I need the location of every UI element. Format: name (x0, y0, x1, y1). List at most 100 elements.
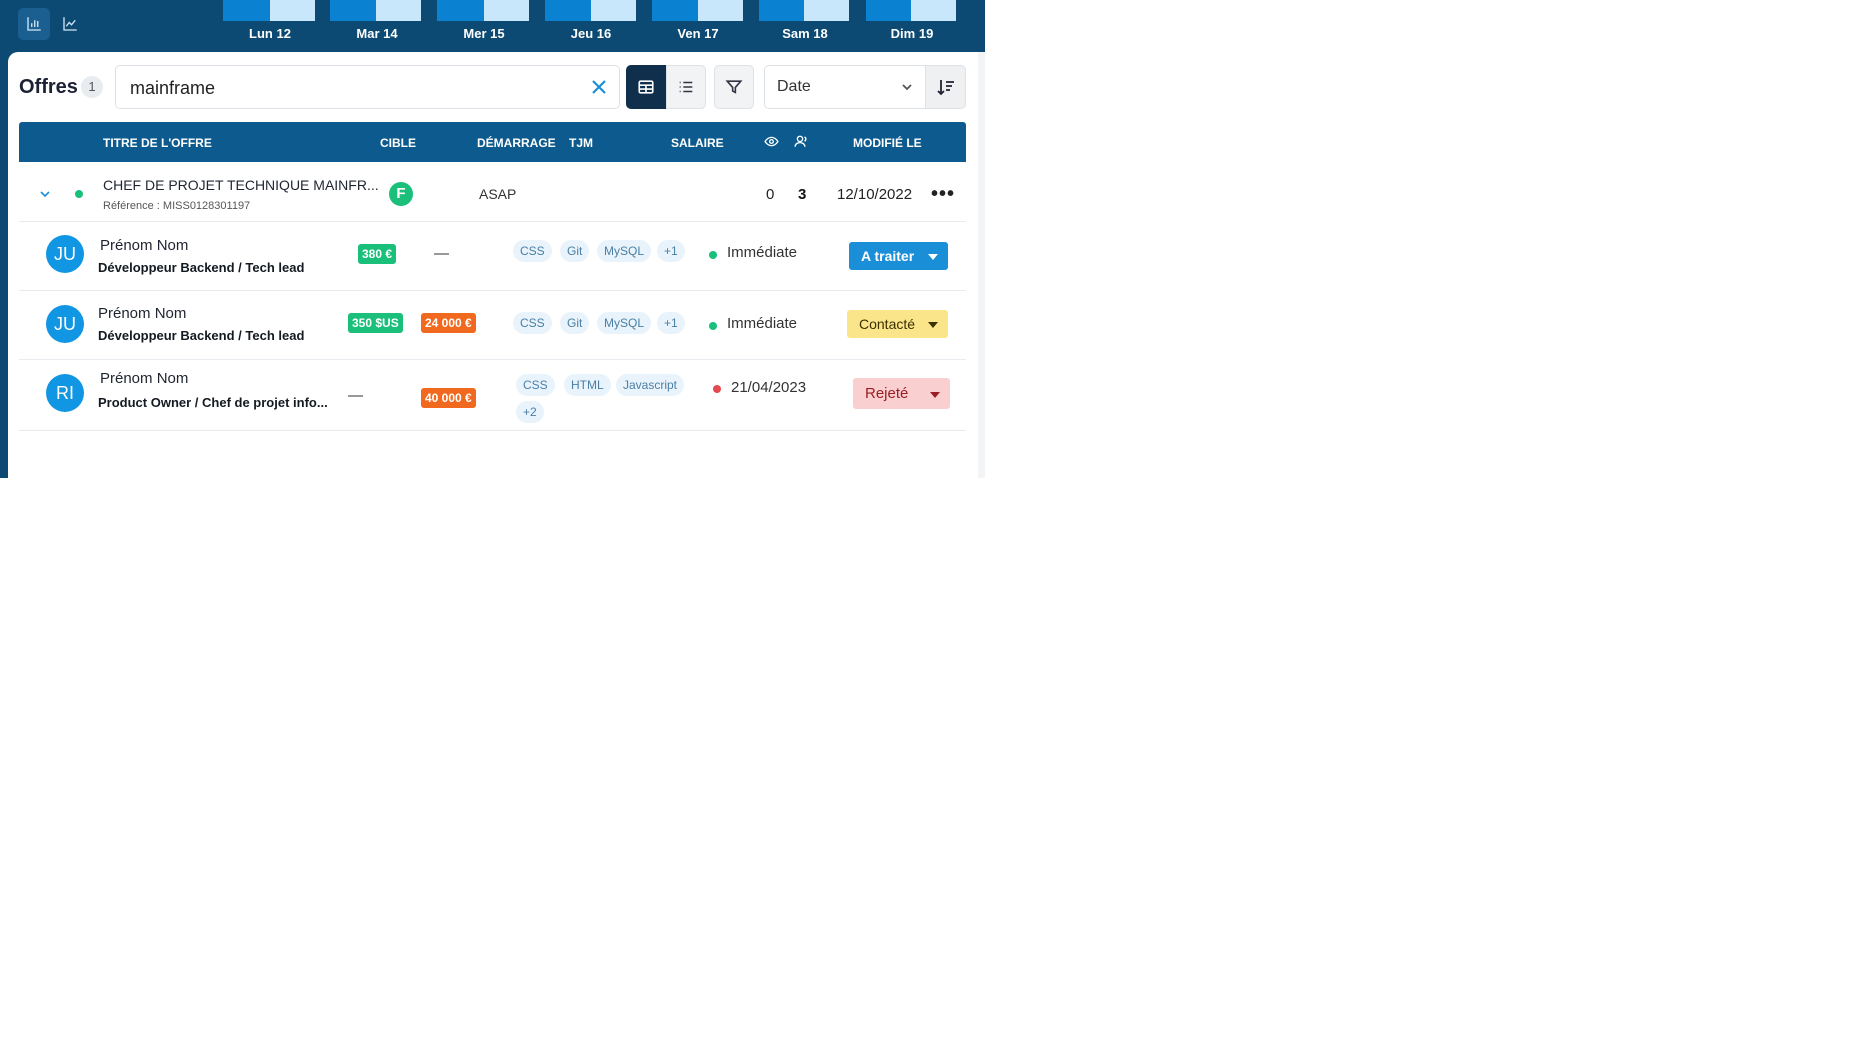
bar-chart-icon (27, 17, 41, 31)
col-cible[interactable]: CIBLE (380, 136, 416, 150)
chevron-down-icon (901, 80, 913, 92)
sort-descending-icon (936, 80, 954, 96)
offer-modified: 12/10/2022 (837, 186, 913, 203)
status-label: Rejeté (865, 385, 909, 402)
user-icon (794, 135, 807, 147)
offer-title[interactable]: CHEF DE PROJET TECHNIQUE MAINFR... (103, 177, 379, 193)
chart-bar (545, 0, 591, 21)
offer-candidates: 3 (798, 186, 807, 203)
col-modifie[interactable]: MODIFIÉ LE (853, 136, 922, 150)
skill-tag: Git (560, 240, 590, 262)
chart-bar (376, 0, 421, 21)
candidate-row[interactable]: JU Prénom Nom Développeur Backend / Tech… (19, 222, 966, 291)
availability-dot (709, 322, 717, 330)
chart-bar (759, 0, 804, 21)
skill-tag: MySQL (597, 312, 652, 334)
skill-tag: CSS (513, 312, 552, 334)
close-icon (592, 80, 606, 94)
caret-down-icon (928, 254, 938, 260)
line-chart-icon (63, 17, 77, 31)
offer-views: 0 (766, 186, 775, 203)
skill-tag: CSS (513, 240, 552, 262)
status-dot (75, 190, 83, 198)
chart-bar (652, 0, 698, 21)
skill-tag-more[interactable]: +2 (516, 401, 544, 423)
stats-header: Lun 12 Mar 14 Mer 15 Jeu 16 Ven 17 Sam 1… (0, 0, 985, 52)
availability-text: Immédiate (727, 244, 798, 261)
status-label: A traiter (861, 248, 915, 264)
day-label: Ven 17 (677, 26, 719, 41)
table-header: TITRE DE L'OFFRE CIBLE DÉMARRAGE TJM SAL… (19, 122, 966, 162)
candidate-row[interactable]: JU Prénom Nom Développeur Backend / Tech… (19, 291, 966, 360)
filter-button[interactable] (714, 65, 754, 109)
status-label: Contacté (859, 316, 916, 332)
sort-order-button[interactable] (926, 65, 966, 109)
chart-bar (804, 0, 849, 21)
chart-bar (223, 0, 270, 21)
avatar: JU (46, 305, 84, 343)
candidate-name[interactable]: Prénom Nom (98, 305, 186, 322)
avatar: RI (46, 374, 84, 412)
availability-dot (709, 251, 717, 259)
col-titre[interactable]: TITRE DE L'OFFRE (103, 136, 212, 150)
col-views[interactable] (764, 134, 779, 152)
chart-bar (437, 0, 484, 21)
eye-icon (764, 136, 779, 147)
day-label: Lun 12 (249, 26, 291, 41)
search-input[interactable] (128, 74, 572, 102)
col-tjm[interactable]: TJM (569, 136, 593, 150)
chart-bar (698, 0, 743, 21)
scrollbar-track[interactable] (978, 52, 985, 478)
candidate-job: Développeur Backend / Tech lead (98, 260, 305, 275)
filter-icon (725, 80, 743, 94)
salary-value: — (434, 245, 449, 262)
status-dropdown[interactable]: A traiter (849, 242, 948, 270)
day-label: Jeu 16 (570, 26, 612, 41)
clear-search-button[interactable] (589, 77, 609, 97)
candidate-job: Product Owner / Chef de projet info... (98, 395, 328, 410)
offer-row[interactable]: CHEF DE PROJET TECHNIQUE MAINFR... Référ… (19, 162, 966, 222)
table-icon (638, 80, 654, 94)
col-demarrage[interactable]: DÉMARRAGE (477, 136, 556, 150)
avatar: JU (46, 235, 84, 273)
line-chart-view-button[interactable] (54, 8, 86, 40)
salary-badge: 40 000 € (421, 388, 476, 408)
offers-card: Offres 1 Date TITRE DE L'OFFRE CIBLE DÉM… (8, 52, 985, 482)
col-candidates[interactable] (794, 134, 809, 152)
candidate-job: Développeur Backend / Tech lead (98, 328, 305, 343)
availability-text: Immédiate (727, 315, 798, 332)
day-label: Dim 19 (890, 26, 934, 41)
chart-bar (911, 0, 956, 21)
more-actions-button[interactable]: ••• (931, 183, 955, 206)
sort-field-select[interactable]: Date (764, 65, 926, 109)
caret-down-icon (928, 322, 938, 328)
offer-start: ASAP (479, 186, 517, 202)
skill-tag-more[interactable]: +1 (657, 312, 685, 334)
status-dropdown[interactable]: Contacté (847, 310, 948, 338)
chevron-down-icon[interactable] (39, 188, 51, 200)
candidate-row[interactable]: RI Prénom Nom Product Owner / Chef de pr… (19, 360, 966, 431)
search-box (115, 65, 620, 109)
chart-bar (484, 0, 529, 21)
skill-tag: CSS (516, 374, 555, 396)
tjm-value: — (348, 387, 363, 404)
skill-tag: HTML (564, 374, 611, 396)
status-dropdown[interactable]: Rejeté (853, 378, 950, 409)
skill-tag-more[interactable]: +1 (657, 240, 685, 262)
bar-chart-view-button[interactable] (18, 8, 50, 40)
offers-count-badge: 1 (81, 76, 103, 98)
candidate-name[interactable]: Prénom Nom (100, 370, 188, 387)
day-label: Mar 14 (356, 26, 398, 41)
col-salaire[interactable]: SALAIRE (671, 136, 724, 150)
candidate-name[interactable]: Prénom Nom (100, 237, 188, 254)
list-icon (679, 81, 693, 93)
tjm-badge: 380 € (358, 244, 397, 264)
offer-reference: Référence : MISS0128301197 (103, 200, 251, 212)
target-badge: F (389, 182, 413, 206)
list-view-button[interactable] (666, 65, 706, 109)
table-view-button[interactable] (626, 65, 666, 109)
skill-tag: Git (560, 312, 590, 334)
chart-bar (330, 0, 376, 21)
chart-bar (270, 0, 315, 21)
day-label: Mer 15 (463, 26, 505, 41)
